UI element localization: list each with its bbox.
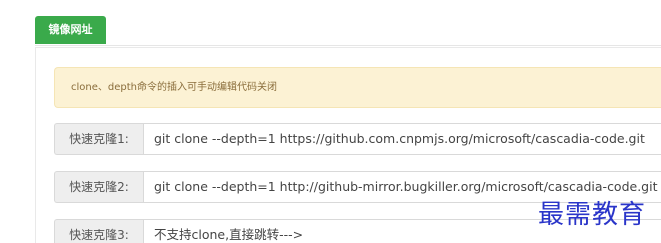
- clone-label: 快速克隆1:: [54, 123, 143, 155]
- clone-label: 快速克隆2:: [54, 171, 143, 203]
- clone-row-1: 快速克隆1: git clone --depth=1 https://githu…: [54, 123, 661, 155]
- clone-command[interactable]: git clone --depth=1 https://github.com.c…: [143, 123, 661, 155]
- watermark: 最需教育: [538, 200, 647, 230]
- clone-label: 快速克隆3:: [54, 219, 143, 243]
- tab-bar: 镜像网址: [35, 16, 661, 46]
- notice-banner: clone、depth命令的插入可手动编辑代码关闭: [54, 67, 661, 108]
- mirror-url-tab[interactable]: 镜像网址: [35, 16, 106, 44]
